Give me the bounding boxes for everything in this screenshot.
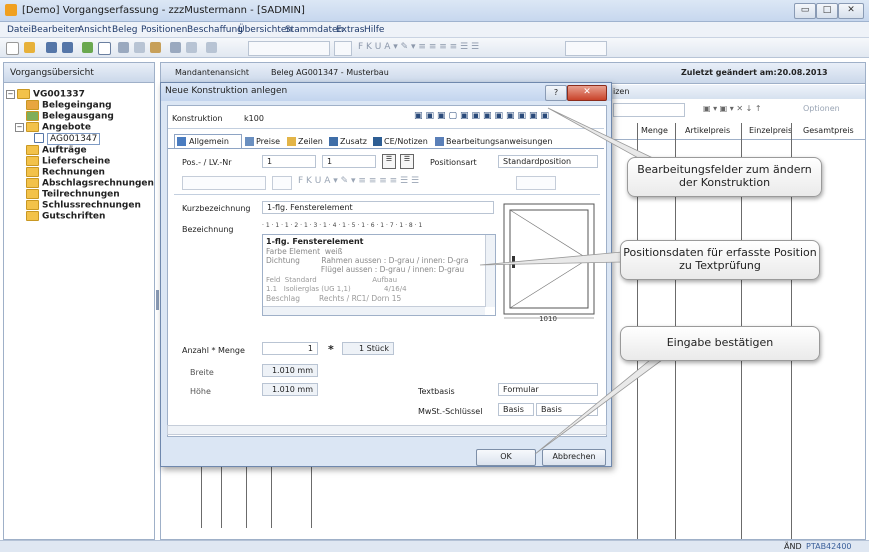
status-code: PTAB42400 — [806, 542, 852, 551]
callout-confirm: Eingabe bestätigen — [620, 326, 820, 361]
callout-edit-fields: Bearbeitungsfelder zum ändern der Konstr… — [627, 157, 822, 197]
callout-position-data: Positionsdaten für erfasste Position zu … — [620, 240, 820, 280]
status-mode: ÄND — [784, 542, 802, 551]
status-bar: ÄND PTAB42400 — [0, 540, 869, 552]
